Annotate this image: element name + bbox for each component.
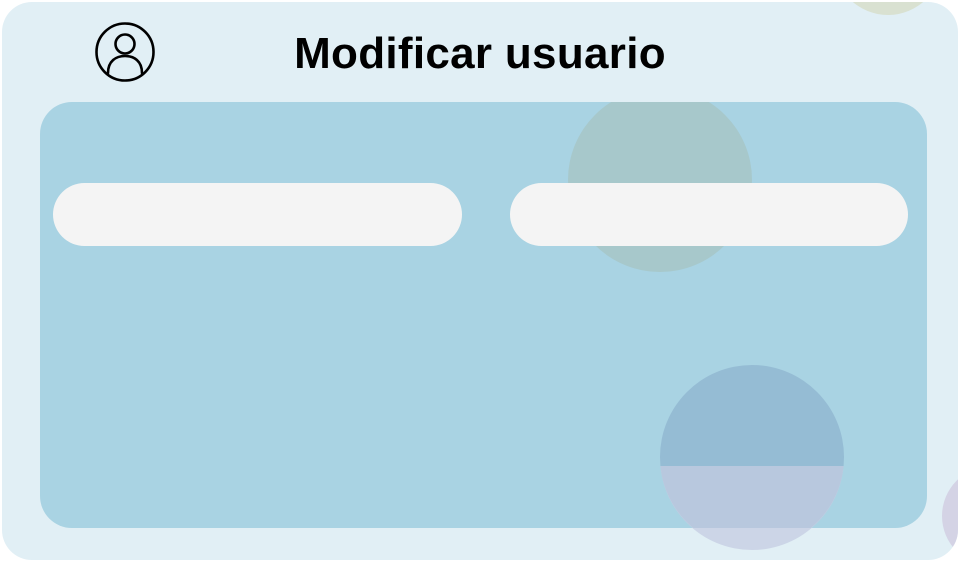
decorative-circle (660, 365, 844, 528)
modify-user-window: Modificar usuario (2, 2, 958, 560)
decorative-circle (942, 466, 958, 560)
page-title: Modificar usuario (294, 29, 666, 78)
text-input-left[interactable] (53, 183, 462, 246)
header: Modificar usuario (2, 2, 958, 102)
form-panel (40, 102, 927, 528)
text-input-right[interactable] (510, 183, 908, 246)
